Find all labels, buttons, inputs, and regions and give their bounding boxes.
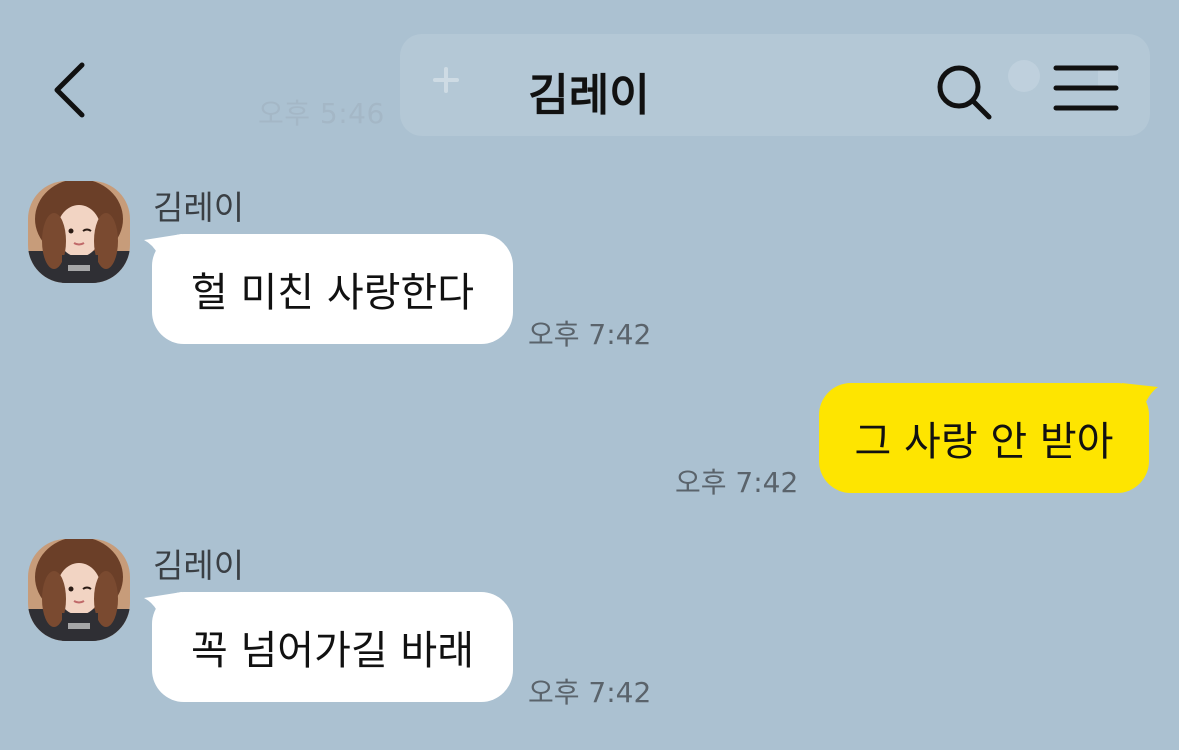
message-time: 오후 7:42 [675,466,799,499]
chevron-left-icon [54,62,85,118]
search-button[interactable] [932,60,996,124]
message-bubble-incoming[interactable]: 헐 미친 사랑한다 [152,234,513,344]
header-background [400,34,1150,136]
sender-avatar[interactable] [28,539,130,641]
sender-name: 김레이 [153,546,245,585]
message-text: 그 사랑 안 받아 [854,419,1114,465]
sender-avatar[interactable] [28,181,130,283]
message-text: 헐 미친 사랑한다 [190,270,475,316]
ghost-emoji-icon [1008,60,1040,92]
hamburger-menu-icon [1053,65,1119,111]
ghost-plus-icon [433,67,459,93]
chat-title: 김레이 [528,70,650,121]
message-bubble-incoming[interactable]: 꼭 넘어가길 바래 [152,592,513,702]
message-time: 오후 7:42 [528,318,652,351]
message-time: 오후 7:42 [528,676,652,709]
back-button[interactable] [48,58,96,122]
ghost-timestamp: 오후 5:46 [258,97,385,130]
message-bubble-outgoing[interactable]: 그 사랑 안 받아 [819,383,1149,493]
sender-name: 김레이 [153,188,245,227]
message-text: 꼭 넘어가길 바래 [190,628,475,674]
search-icon [937,65,992,120]
menu-button[interactable] [1052,60,1120,116]
